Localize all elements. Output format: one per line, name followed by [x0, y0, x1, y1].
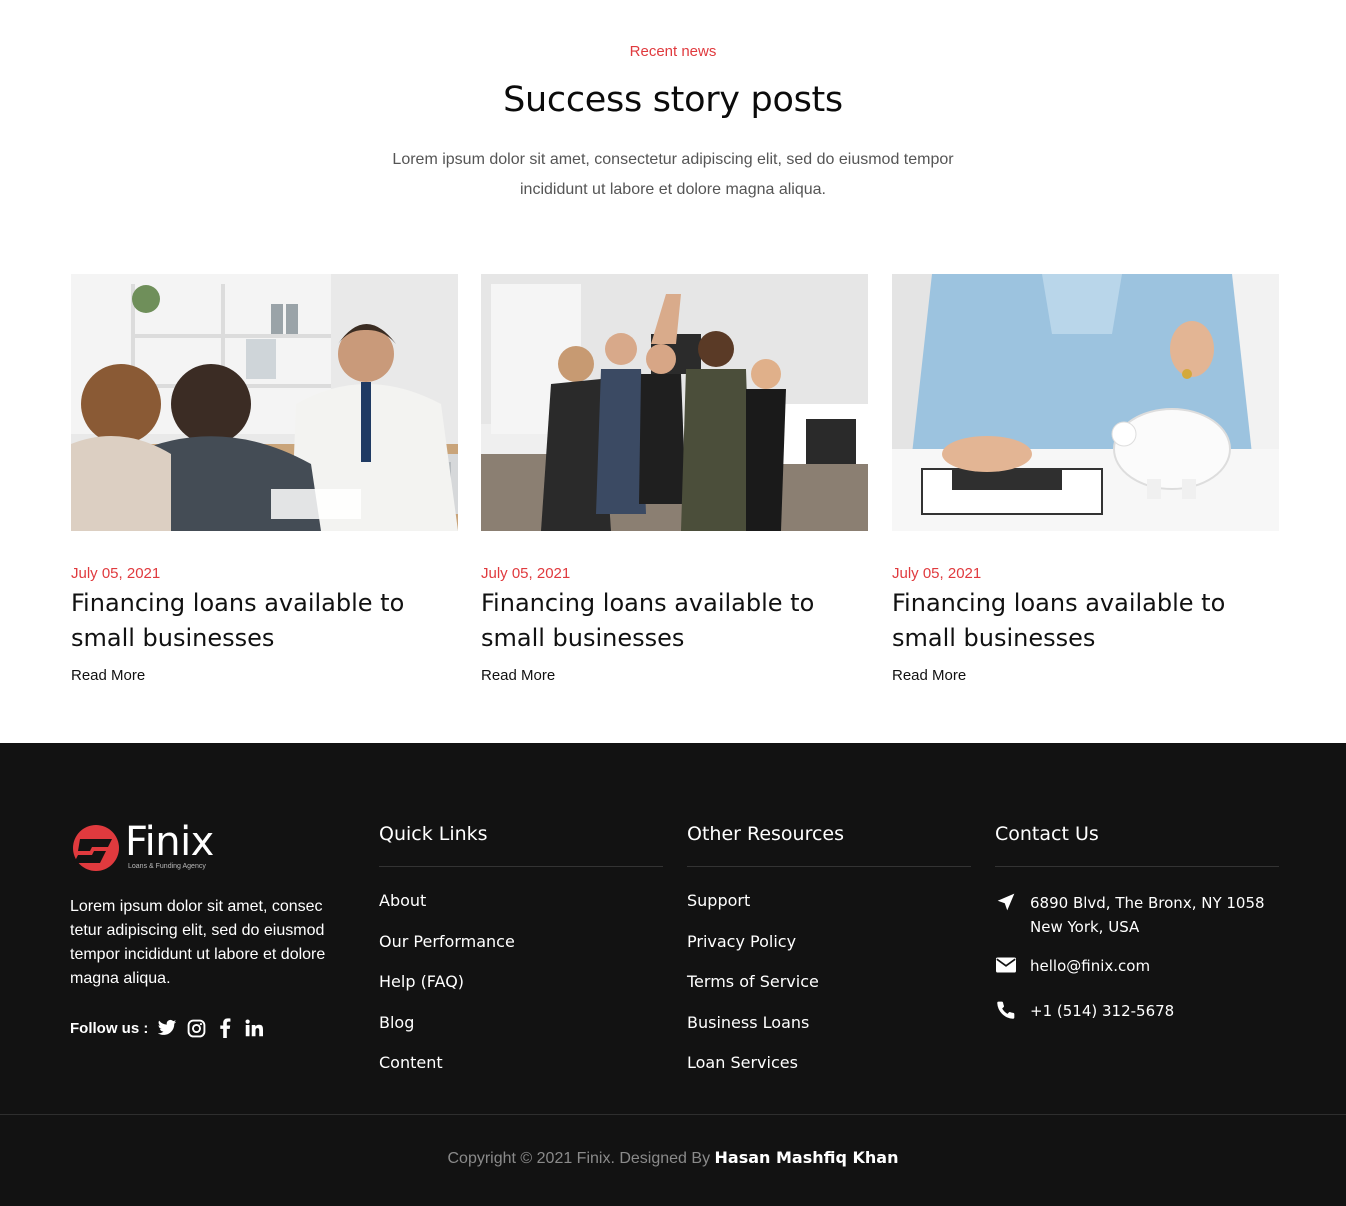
footer-link-performance[interactable]: Our Performance: [379, 932, 663, 973]
section-eyebrow: Recent news: [629, 43, 717, 60]
read-more-link[interactable]: Read More: [892, 667, 966, 684]
footer-link-privacy[interactable]: Privacy Policy: [687, 932, 971, 973]
contact-title: Contact Us: [995, 823, 1279, 867]
post-card[interactable]: July 05, 2021 Financing loans available …: [892, 274, 1279, 684]
section-title: Success story posts: [503, 80, 843, 120]
follow-label: Follow us :: [70, 1019, 149, 1037]
footer-link-business-loans[interactable]: Business Loans: [687, 1013, 971, 1054]
phone-text[interactable]: +1 (514) 312-5678: [1030, 999, 1174, 1023]
brand-name: Finix: [125, 819, 214, 865]
contact-email[interactable]: hello@finix.com: [995, 954, 1279, 978]
twitter-icon[interactable]: [156, 1017, 178, 1039]
linkedin-icon[interactable]: [243, 1017, 265, 1039]
post-date: July 05, 2021: [892, 565, 982, 582]
phone-icon: [995, 999, 1017, 1021]
post-image-piggy-bank[interactable]: [892, 274, 1279, 531]
location-arrow-icon: [995, 891, 1017, 913]
site-footer: Finix Loans & Funding Agency Lorem ipsum…: [0, 743, 1346, 1206]
quick-links-column: Quick Links About Our Performance Help (…: [379, 823, 663, 1094]
brand-tagline: Loans & Funding Agency: [128, 863, 206, 870]
footer-link-faq[interactable]: Help (FAQ): [379, 972, 663, 1013]
contact-column: Contact Us 6890 Blvd, The Bronx, NY 1058…: [995, 823, 1279, 1023]
copyright-text: Copyright © 2021 Finix. Designed By: [447, 1150, 711, 1167]
envelope-icon: [995, 954, 1017, 976]
facebook-icon[interactable]: [214, 1017, 236, 1039]
footer-link-terms[interactable]: Terms of Service: [687, 972, 971, 1013]
other-resources-column: Other Resources Support Privacy Policy T…: [687, 823, 971, 1094]
read-more-link[interactable]: Read More: [481, 667, 555, 684]
contact-address: 6890 Blvd, The Bronx, NY 1058 New York, …: [995, 891, 1279, 939]
brand-logo[interactable]: Finix Loans & Funding Agency: [70, 819, 240, 873]
copyright: Copyright © 2021 Finix. Designed By Hasa…: [0, 1148, 1346, 1168]
section-subtitle: Lorem ipsum dolor sit amet, consectetur …: [392, 151, 954, 198]
finix-logo-icon: [73, 825, 119, 871]
social-follow: Follow us :: [70, 1017, 272, 1039]
instagram-icon[interactable]: [185, 1017, 207, 1039]
post-date: July 05, 2021: [71, 565, 161, 582]
footer-divider: [0, 1114, 1346, 1115]
contact-phone[interactable]: +1 (514) 312-5678: [995, 999, 1279, 1023]
footer-link-blog[interactable]: Blog: [379, 1013, 663, 1054]
news-section: Recent news Success story posts Lorem ip…: [0, 0, 1346, 743]
email-text[interactable]: hello@finix.com: [1030, 954, 1150, 978]
footer-link-about[interactable]: About: [379, 891, 663, 932]
other-resources-title: Other Resources: [687, 823, 971, 867]
post-title[interactable]: Financing loans available to small busin…: [71, 586, 458, 656]
post-title[interactable]: Financing loans available to small busin…: [481, 586, 868, 656]
footer-about-text: Lorem ipsum dolor sit amet, consec tetur…: [70, 898, 326, 987]
post-image-team-highfive[interactable]: [481, 274, 868, 531]
post-card[interactable]: July 05, 2021 Financing loans available …: [71, 274, 458, 684]
footer-link-loan-services[interactable]: Loan Services: [687, 1053, 971, 1094]
address-line-2: New York, USA: [1030, 918, 1140, 936]
post-date: July 05, 2021: [481, 565, 571, 582]
address-line-1: 6890 Blvd, The Bronx, NY 1058: [1030, 894, 1265, 912]
post-title[interactable]: Financing loans available to small busin…: [892, 586, 1279, 656]
post-image-meeting[interactable]: [71, 274, 458, 531]
read-more-link[interactable]: Read More: [71, 667, 145, 684]
quick-links-title: Quick Links: [379, 823, 663, 867]
designer-name[interactable]: Hasan Mashfiq Khan: [715, 1148, 899, 1167]
footer-link-support[interactable]: Support: [687, 891, 971, 932]
post-card[interactable]: July 05, 2021 Financing loans available …: [481, 274, 868, 684]
footer-link-content[interactable]: Content: [379, 1053, 663, 1094]
